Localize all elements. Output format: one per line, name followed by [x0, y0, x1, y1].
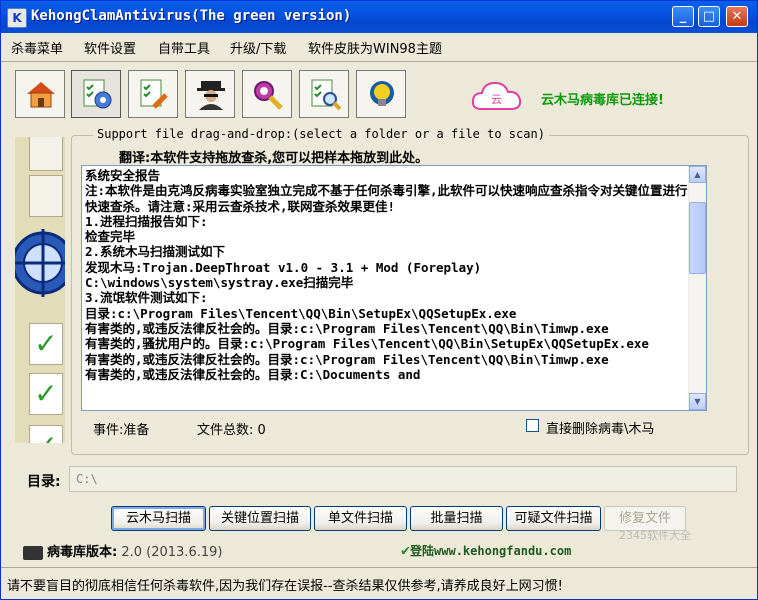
- check-icon: ✓: [29, 425, 63, 443]
- footer-divider: [1, 567, 757, 568]
- checkmark-icon: ✔: [401, 541, 411, 559]
- auto-delete-checkbox[interactable]: [526, 419, 539, 432]
- scan-report-textarea[interactable]: 系统安全报告 注:本软件是由克鸿反病毒实验室独立完成不基于任何杀毒引擎,此软件可以…: [81, 165, 707, 411]
- version-value: 2.0 (2013.6.19): [121, 545, 223, 560]
- decorative-side-panel: ✓ ✓ ✓: [15, 137, 65, 443]
- check-icon: ✓: [29, 323, 63, 365]
- magnifier-gear-icon: [254, 81, 283, 110]
- report-line: 3.流氓软件测试如下:: [85, 290, 208, 306]
- title-bar[interactable]: K KehongClamAntivirus(The green version)…: [1, 1, 757, 33]
- close-button[interactable]: ✕: [726, 6, 748, 27]
- version-icon: [23, 545, 43, 560]
- target-icon: [15, 229, 65, 297]
- event-status: 事件:准备: [93, 423, 150, 438]
- check-icon: ✓: [29, 373, 63, 415]
- report-scrollbar[interactable]: ▲ ▼: [688, 166, 706, 410]
- toolbar-divider: [1, 61, 757, 62]
- checklist-wrench-icon: [140, 79, 168, 109]
- directory-label: 目录:: [27, 474, 61, 490]
- website-text[interactable]: 登陆www.kehongfandu.com: [410, 544, 571, 558]
- toolbar-home-button[interactable]: [15, 70, 65, 118]
- directory-field[interactable]: [69, 466, 737, 492]
- maximize-button[interactable]: □: [698, 6, 720, 27]
- app-window: K KehongClamAntivirus(The green version)…: [0, 0, 758, 600]
- toolbar-inspect-button[interactable]: [242, 70, 292, 118]
- report-line: 有害类的,或违反法律反社会的。目录:c:\Program Files\Tence…: [85, 320, 609, 336]
- report-line: C:\windows\system\systray.exe扫描完毕: [85, 275, 354, 291]
- drag-drop-legend: Support file drag-and-drop:(select a fol…: [93, 127, 549, 141]
- menu-bar: 杀毒菜单 软件设置 自带工具 升级/下载 软件皮肤为WIN98主题: [1, 33, 757, 59]
- report-line: 目录:c:\Program Files\Tencent\QQ\Bin\Setup…: [85, 305, 517, 321]
- scan-report-text: 系统安全报告 注:本软件是由克鸿反病毒实验室独立完成不基于任何杀毒引擎,此软件可以…: [85, 168, 689, 382]
- cloud-scan-button[interactable]: 云木马扫描: [111, 506, 206, 531]
- app-icon: K: [7, 8, 27, 28]
- menu-antivirus[interactable]: 杀毒菜单: [11, 38, 63, 57]
- virus-db-version: 病毒库版本: 2.0 (2013.6.19): [23, 541, 222, 560]
- home-icon: [27, 82, 55, 108]
- bulb-shield-icon: [370, 81, 394, 106]
- toolbar-search-button[interactable]: [299, 70, 349, 118]
- single-file-scan-button[interactable]: 单文件扫描: [314, 506, 407, 531]
- report-line: 发现木马:Trojan.DeepThroat v1.0 - 3.1 + Mod …: [85, 259, 482, 275]
- cloud-icon: 云: [471, 79, 525, 117]
- report-line: 2.系统木马扫描测试如下: [85, 244, 226, 260]
- menu-settings[interactable]: 软件设置: [84, 38, 136, 57]
- report-line: 1.进程扫描报告如下:: [85, 213, 208, 229]
- website-link[interactable]: ✔登陆www.kehongfandu.com: [401, 541, 571, 559]
- watermark-logo: 2345软件大全: [619, 529, 691, 542]
- window-title: KehongClamAntivirus(The green version): [31, 8, 352, 24]
- key-location-scan-button[interactable]: 关键位置扫描: [209, 506, 311, 531]
- toolbar-spy-button[interactable]: [185, 70, 235, 118]
- menu-upgrade[interactable]: 升级/下载: [230, 38, 286, 57]
- scroll-up-icon[interactable]: ▲: [689, 166, 706, 183]
- menu-skin[interactable]: 软件皮肤为WIN98主题: [308, 38, 442, 57]
- minimize-button[interactable]: _: [672, 6, 694, 27]
- drag-drop-translation: 翻译:本软件支持拖放查杀,您可以把样本拖放到此处。: [119, 151, 429, 166]
- batch-scan-button[interactable]: 批量扫描: [410, 506, 503, 531]
- page-icon: [29, 137, 63, 171]
- report-line: 有害类的,或违反法律反社会的。目录:c:\Program Files\Tence…: [85, 351, 609, 367]
- checklist-magnifier-icon: [311, 79, 342, 111]
- toolbar-scan-button[interactable]: [71, 70, 121, 118]
- menu-tools[interactable]: 自带工具: [158, 38, 210, 57]
- spy-icon: [197, 81, 225, 110]
- scroll-thumb[interactable]: [689, 202, 706, 274]
- disclaimer-text: 请不要盲目的彻底相信任何杀毒软件,因为我们存在误报--查杀结果仅供参考,请养成良…: [7, 579, 563, 594]
- version-label: 病毒库版本:: [47, 545, 118, 560]
- scroll-down-icon[interactable]: ▼: [689, 393, 706, 410]
- report-line: 注:本软件是由克鸿反病毒实验室独立完成不基于任何杀毒引擎,此软件可以快速响应查杀…: [85, 183, 688, 214]
- file-count: 文件总数: 0: [197, 423, 266, 438]
- cloud-status: 云木马病毒库已连接!: [541, 93, 664, 108]
- checklist-target-icon: [83, 79, 112, 109]
- toolbar-repair-button[interactable]: [128, 70, 178, 118]
- auto-delete-label[interactable]: 直接删除病毒\木马: [546, 418, 654, 437]
- page-icon: [29, 175, 63, 217]
- report-line: 系统安全报告: [85, 168, 161, 183]
- report-line: 有害类的,骚扰用户的。目录:c:\Program Files\Tencent\Q…: [85, 336, 649, 352]
- suspicious-file-scan-button[interactable]: 可疑文件扫描: [506, 506, 601, 531]
- report-line: 有害类的,或违反法律反社会的。目录:C:\Documents and: [85, 366, 421, 382]
- toolbar-protect-button[interactable]: [356, 70, 406, 118]
- report-line: 检查完毕: [85, 229, 136, 245]
- cloud-badge: 云: [491, 93, 502, 106]
